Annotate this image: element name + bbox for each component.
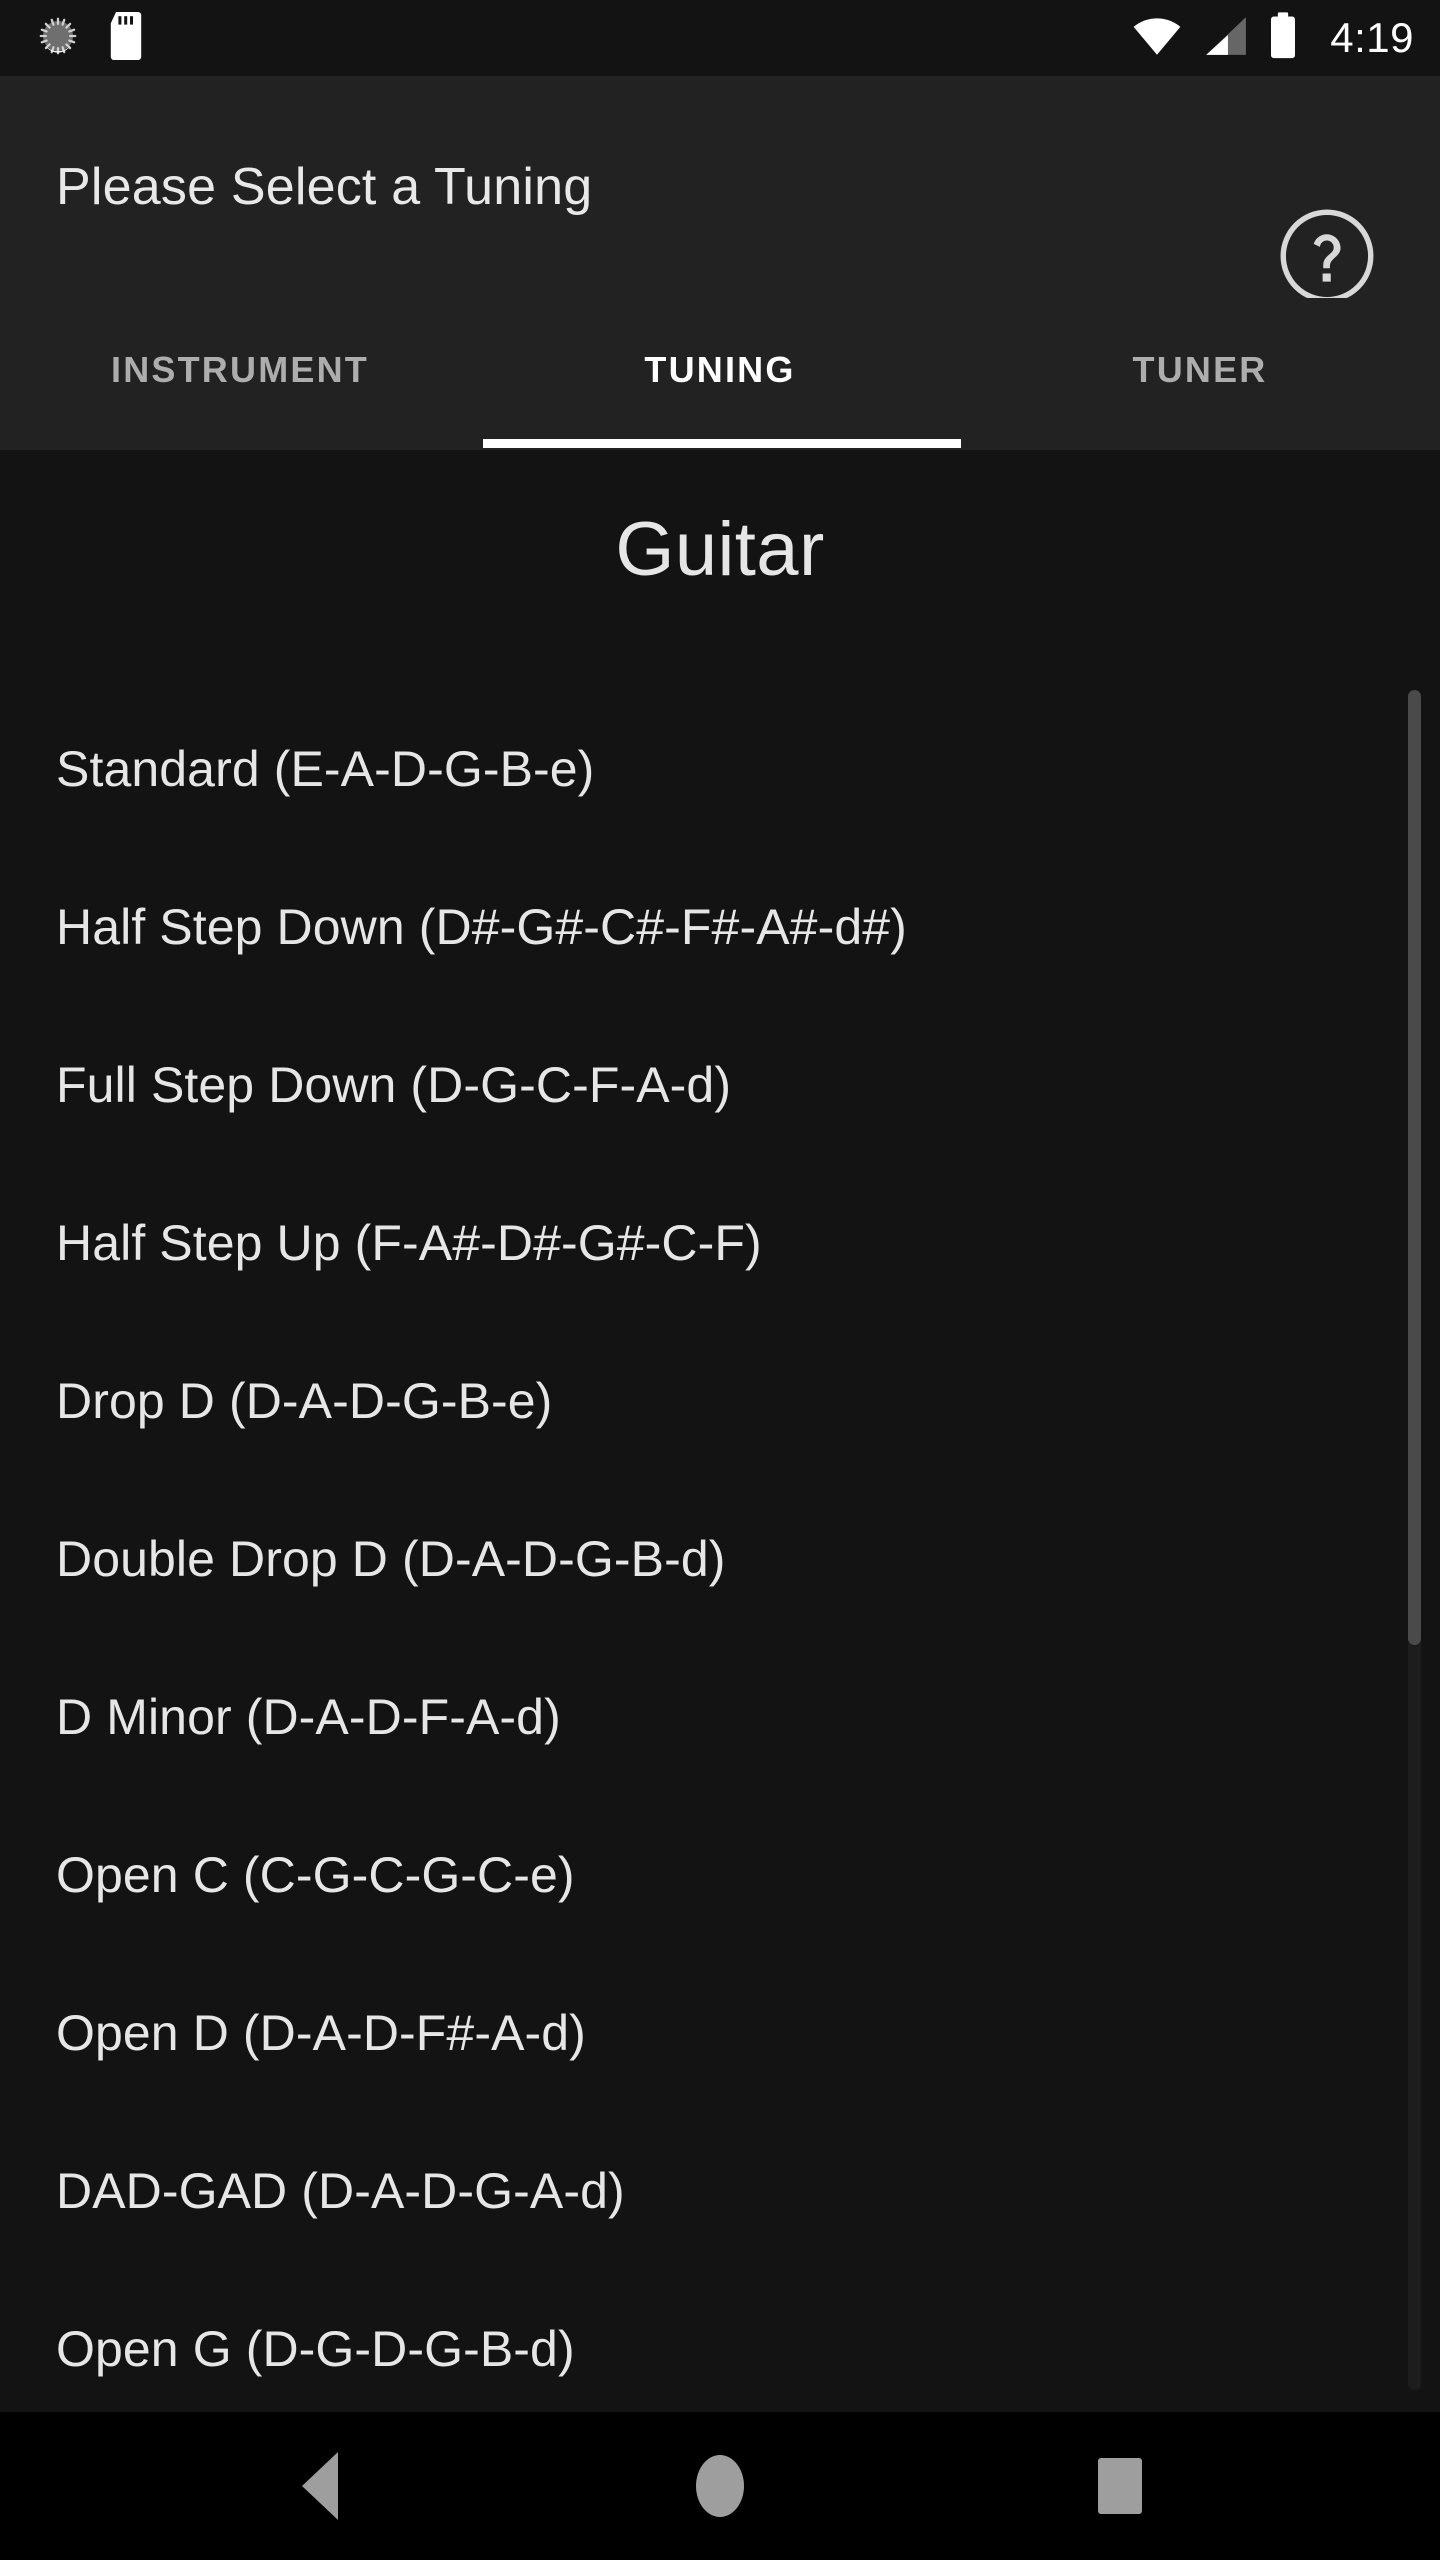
- status-bar: 4:19: [0, 0, 1440, 76]
- instrument-heading: Guitar: [615, 507, 825, 592]
- cellular-signal-icon: [1202, 15, 1248, 62]
- app-bar: Please Select a Tuning: [0, 76, 1440, 302]
- sync-spinner-icon: [36, 14, 80, 63]
- page-title: Please Select a Tuning: [56, 158, 593, 216]
- nav-back-button[interactable]: [220, 2412, 420, 2560]
- tab-tuner[interactable]: TUNER: [960, 298, 1440, 442]
- tab-instrument[interactable]: INSTRUMENT: [0, 298, 480, 442]
- list-item[interactable]: Double Drop D (D-A-D-G-B-d): [0, 1480, 1440, 1638]
- list-item[interactable]: Open G (D-G-D-G-B-d): [0, 2270, 1440, 2412]
- app-screen: 4:19 Please Select a Tuning INSTRUMENT T…: [0, 0, 1440, 2560]
- list-item[interactable]: Open C (C-G-C-G-C-e): [0, 1796, 1440, 1954]
- list-item[interactable]: D Minor (D-A-D-F-A-d): [0, 1638, 1440, 1796]
- scrollbar-thumb[interactable]: [1408, 690, 1421, 1645]
- list-item[interactable]: Open D (D-A-D-F#-A-d): [0, 1954, 1440, 2112]
- tab-bar: INSTRUMENT TUNING TUNER: [0, 298, 1440, 450]
- tab-tuning[interactable]: TUNING: [480, 298, 960, 442]
- battery-icon: [1268, 11, 1298, 65]
- tuning-list: Standard (E-A-D-G-B-e) Half Step Down (D…: [0, 690, 1440, 2412]
- nav-recents-button[interactable]: [1020, 2412, 1220, 2560]
- list-item[interactable]: Standard (E-A-D-G-B-e): [0, 690, 1440, 848]
- status-bar-left-icons: [36, 11, 146, 65]
- list-item[interactable]: Full Step Down (D-G-C-F-A-d): [0, 1006, 1440, 1164]
- recents-square-icon: [1098, 2458, 1142, 2514]
- status-bar-right-icons: 4:19: [1132, 11, 1414, 65]
- nav-home-button[interactable]: [620, 2412, 820, 2560]
- home-circle-icon: [696, 2455, 744, 2517]
- list-item[interactable]: Drop D (D-A-D-G-B-e): [0, 1322, 1440, 1480]
- system-navigation-bar: [0, 2412, 1440, 2560]
- list-item[interactable]: DAD-GAD (D-A-D-G-A-d): [0, 2112, 1440, 2270]
- list-item[interactable]: Half Step Down (D#-G#-C#-F#-A#-d#): [0, 848, 1440, 1006]
- tab-indicator: [483, 439, 961, 448]
- sd-card-icon: [106, 11, 146, 65]
- content-area: Guitar Standard (E-A-D-G-B-e) Half Step …: [0, 450, 1440, 2412]
- status-bar-clock: 4:19: [1330, 14, 1414, 61]
- wifi-icon: [1132, 15, 1182, 62]
- help-circle-icon: [1277, 206, 1377, 311]
- back-triangle-icon: [302, 2452, 338, 2520]
- list-item[interactable]: Half Step Up (F-A#-D#-G#-C-F): [0, 1164, 1440, 1322]
